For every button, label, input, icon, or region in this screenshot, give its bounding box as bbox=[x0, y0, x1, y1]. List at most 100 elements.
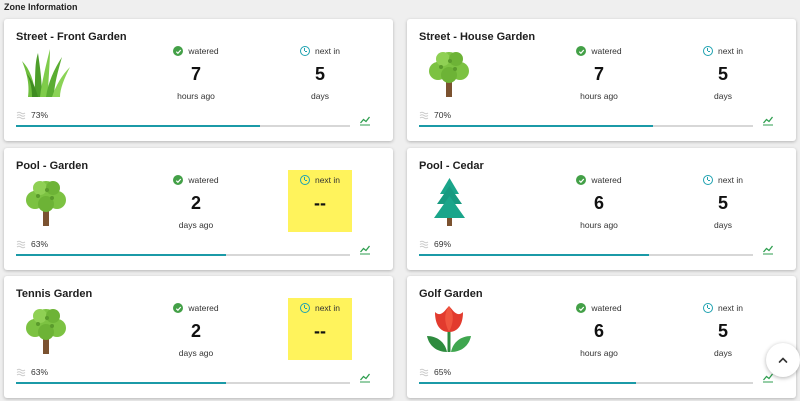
humidity-icon bbox=[419, 240, 429, 248]
humidity-value: 65% bbox=[434, 367, 452, 377]
zone-card[interactable]: Street - House Garden watered 7 hours ag… bbox=[407, 19, 796, 141]
scroll-top-button[interactable] bbox=[766, 343, 800, 377]
zone-name: Tennis Garden bbox=[16, 288, 93, 300]
zone-name: Pool - Cedar bbox=[419, 160, 484, 172]
chart-icon[interactable] bbox=[762, 243, 774, 255]
next-value: 5 bbox=[717, 321, 728, 341]
zone-card[interactable]: Pool - Garden watered 2 days ago next in bbox=[4, 148, 393, 270]
humidity-bar-fill bbox=[419, 382, 637, 384]
watered-value: 7 bbox=[190, 64, 201, 84]
clock-icon bbox=[702, 303, 713, 313]
humidity-icon bbox=[16, 368, 26, 376]
check-icon bbox=[173, 46, 184, 56]
next-label: next in bbox=[314, 303, 341, 313]
watered-label: watered bbox=[188, 46, 219, 56]
watered-stat: watered 2 days ago bbox=[164, 170, 228, 232]
watered-unit: hours ago bbox=[580, 220, 618, 230]
next-label: next in bbox=[717, 46, 744, 56]
watered-value: 2 bbox=[190, 321, 201, 341]
clock-icon bbox=[299, 303, 310, 313]
tree-icon bbox=[423, 47, 475, 97]
next-watering-stat: next in 5 days bbox=[691, 41, 755, 103]
humidity-icon bbox=[16, 111, 26, 119]
next-watering-stat: next in 5 days bbox=[288, 41, 352, 103]
check-icon bbox=[576, 46, 587, 56]
humidity-bar-fill bbox=[419, 254, 650, 256]
next-label: next in bbox=[717, 303, 744, 313]
watered-value: 2 bbox=[190, 193, 201, 213]
tulip-icon bbox=[423, 304, 475, 354]
humidity-bar bbox=[16, 382, 350, 384]
next-unit: days bbox=[311, 91, 329, 101]
check-icon bbox=[173, 175, 184, 185]
humidity: 73% bbox=[16, 110, 48, 120]
clock-icon bbox=[299, 175, 310, 185]
humidity-bar-fill bbox=[16, 254, 227, 256]
watered-label: watered bbox=[591, 175, 622, 185]
humidity: 65% bbox=[419, 367, 451, 377]
humidity: 70% bbox=[419, 110, 451, 120]
next-label: next in bbox=[314, 175, 341, 185]
zone-card[interactable]: Tennis Garden watered 2 days ago next in bbox=[4, 276, 393, 398]
zone-card[interactable]: Pool - Cedar watered 6 hours ago next in… bbox=[407, 148, 796, 270]
next-watering-stat: next in -- bbox=[288, 298, 352, 360]
watered-label: watered bbox=[188, 303, 219, 313]
watered-label: watered bbox=[591, 303, 622, 313]
humidity-value: 73% bbox=[31, 110, 49, 120]
humidity-bar-fill bbox=[419, 125, 653, 127]
watered-stat: watered 7 hours ago bbox=[164, 41, 228, 103]
zone-name: Street - Front Garden bbox=[16, 31, 127, 43]
next-label: next in bbox=[717, 175, 744, 185]
zone-card[interactable]: Street - Front Garden watered 7 hours ag… bbox=[4, 19, 393, 141]
grass-icon bbox=[20, 47, 72, 97]
watered-stat: watered 7 hours ago bbox=[567, 41, 631, 103]
humidity-icon bbox=[419, 111, 429, 119]
humidity: 63% bbox=[16, 239, 48, 249]
next-value: 5 bbox=[717, 193, 728, 213]
watered-unit: hours ago bbox=[177, 91, 215, 101]
check-icon bbox=[576, 175, 587, 185]
next-watering-stat: next in 5 days bbox=[691, 170, 755, 232]
next-value: -- bbox=[314, 321, 326, 341]
humidity-value: 69% bbox=[434, 239, 452, 249]
watered-unit: days ago bbox=[178, 348, 214, 358]
humidity-icon bbox=[419, 368, 429, 376]
chart-icon[interactable] bbox=[762, 114, 774, 126]
next-unit: days bbox=[714, 348, 732, 358]
watered-unit: hours ago bbox=[580, 91, 618, 101]
zone-name: Pool - Garden bbox=[16, 160, 89, 172]
humidity-bar bbox=[419, 125, 753, 127]
evergreen-tree-icon bbox=[423, 176, 475, 226]
watered-value: 6 bbox=[593, 193, 604, 213]
chevron-up-icon bbox=[778, 357, 788, 363]
next-value: 5 bbox=[717, 64, 728, 84]
zone-name: Golf Garden bbox=[419, 288, 483, 300]
watered-label: watered bbox=[591, 46, 622, 56]
zone-name: Street - House Garden bbox=[419, 31, 536, 43]
next-unit: days bbox=[714, 91, 732, 101]
humidity-bar-fill bbox=[16, 382, 227, 384]
tree-icon bbox=[20, 176, 72, 226]
humidity-icon bbox=[16, 240, 26, 248]
tree-icon bbox=[20, 304, 72, 354]
watered-stat: watered 2 days ago bbox=[164, 298, 228, 360]
humidity-value: 70% bbox=[434, 110, 452, 120]
next-unit: days bbox=[714, 220, 732, 230]
check-icon bbox=[173, 303, 184, 313]
chart-icon[interactable] bbox=[359, 243, 371, 255]
watered-stat: watered 6 hours ago bbox=[567, 298, 631, 360]
watered-stat: watered 6 hours ago bbox=[567, 170, 631, 232]
chart-icon[interactable] bbox=[359, 371, 371, 383]
section-title: Zone Information bbox=[4, 2, 78, 12]
zone-card[interactable]: Golf Garden watered 6 hours ago next in … bbox=[407, 276, 796, 398]
humidity-value: 63% bbox=[31, 367, 49, 377]
next-watering-stat: next in 5 days bbox=[691, 298, 755, 360]
next-value: -- bbox=[314, 193, 326, 213]
humidity-bar bbox=[419, 254, 753, 256]
check-icon bbox=[576, 303, 587, 313]
humidity-bar bbox=[16, 254, 350, 256]
clock-icon bbox=[702, 175, 713, 185]
watered-value: 6 bbox=[593, 321, 604, 341]
next-value: 5 bbox=[314, 64, 325, 84]
chart-icon[interactable] bbox=[359, 114, 371, 126]
